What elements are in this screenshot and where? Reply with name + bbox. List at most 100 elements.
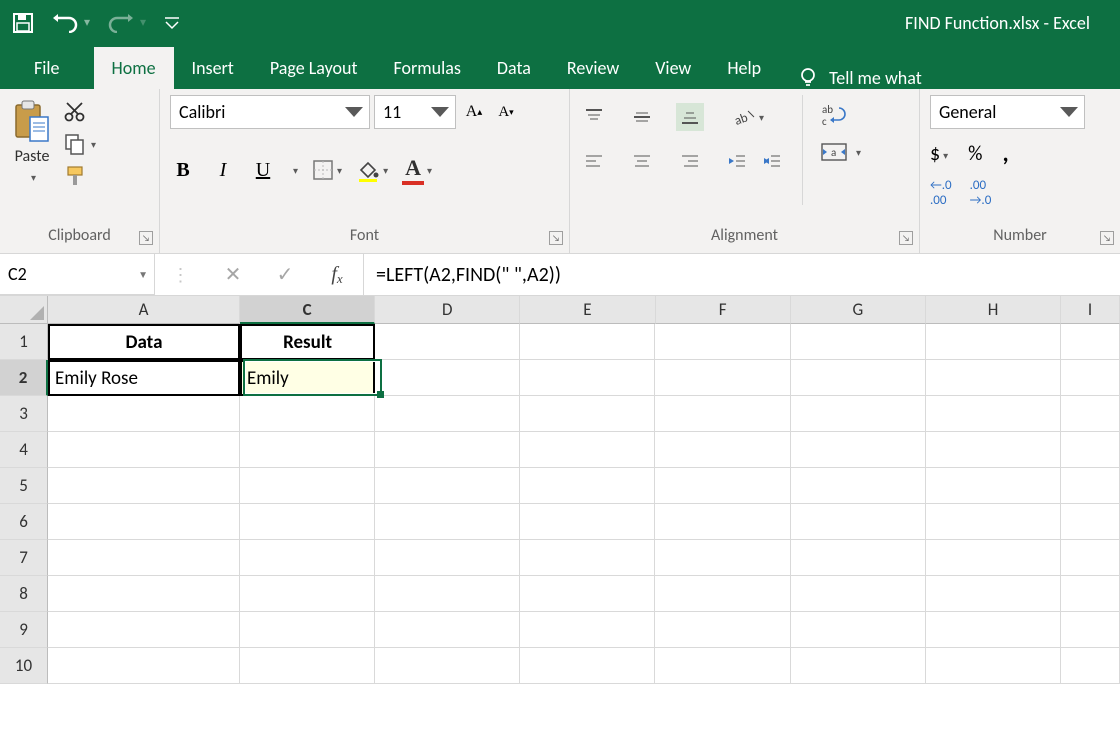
align-top-button[interactable] (580, 103, 608, 131)
clipboard-dialog-launcher[interactable]: ↘ (139, 231, 153, 245)
cell-G6[interactable] (791, 504, 926, 540)
row-header-5[interactable]: 5 (0, 468, 48, 504)
undo-button[interactable]: ▾ (52, 13, 90, 33)
cell-F7[interactable] (655, 540, 790, 576)
column-header-H[interactable]: H (926, 296, 1061, 324)
cell-A9[interactable] (48, 612, 240, 648)
row-header-2[interactable]: 2 (0, 360, 48, 396)
cell-C8[interactable] (240, 576, 375, 612)
cell-C4[interactable] (240, 432, 375, 468)
name-box[interactable]: C2 ▼ (0, 254, 155, 295)
cell-G2[interactable] (791, 360, 926, 396)
paste-dropdown-icon[interactable] (28, 168, 36, 187)
align-middle-button[interactable] (628, 103, 656, 131)
cell-G10[interactable] (791, 648, 926, 684)
cancel-formula-button[interactable]: ✕ (207, 254, 259, 295)
increase-indent-button[interactable] (759, 147, 784, 175)
cell-F8[interactable] (655, 576, 790, 612)
cell-C7[interactable] (240, 540, 375, 576)
cut-button[interactable] (64, 101, 96, 123)
cell-H5[interactable] (926, 468, 1061, 504)
cell-C10[interactable] (240, 648, 375, 684)
cell-D8[interactable] (375, 576, 520, 612)
cell-C9[interactable] (240, 612, 375, 648)
italic-button[interactable]: I (210, 159, 236, 182)
column-header-A[interactable]: A (48, 296, 240, 324)
column-header-E[interactable]: E (520, 296, 655, 324)
cell-E6[interactable] (520, 504, 655, 540)
copy-button[interactable] (64, 133, 96, 155)
cell-D1[interactable] (375, 324, 520, 360)
tab-review[interactable]: Review (549, 47, 637, 89)
cell-F10[interactable] (655, 648, 790, 684)
number-format-combo[interactable]: General (930, 95, 1085, 129)
cell-E1[interactable] (520, 324, 655, 360)
cell-H8[interactable] (926, 576, 1061, 612)
decrease-font-button[interactable]: A▾ (492, 98, 520, 126)
cell-H9[interactable] (926, 612, 1061, 648)
row-header-9[interactable]: 9 (0, 612, 48, 648)
tab-insert[interactable]: Insert (174, 47, 252, 89)
fill-color-button[interactable] (356, 158, 388, 182)
column-header-C[interactable]: C (240, 296, 375, 324)
column-header-G[interactable]: G (791, 296, 926, 324)
cell-A8[interactable] (48, 576, 240, 612)
cell-G3[interactable] (791, 396, 926, 432)
orientation-button[interactable]: ab (724, 103, 774, 131)
underline-button[interactable]: U (250, 159, 276, 182)
row-header-10[interactable]: 10 (0, 648, 48, 684)
cell-G7[interactable] (791, 540, 926, 576)
column-header-F[interactable]: F (656, 296, 791, 324)
formula-bar[interactable]: =LEFT(A2,FIND(" ",A2)) (364, 254, 1120, 295)
cell-H10[interactable] (926, 648, 1061, 684)
cell-F9[interactable] (655, 612, 790, 648)
percent-button[interactable]: % (968, 142, 982, 166)
cell-C3[interactable] (240, 396, 375, 432)
cell-E4[interactable] (520, 432, 655, 468)
cell-F2[interactable] (655, 360, 790, 396)
cell-E9[interactable] (520, 612, 655, 648)
paste-button[interactable]: Paste (10, 95, 54, 187)
tab-formulas[interactable]: Formulas (376, 47, 479, 89)
cell-G5[interactable] (791, 468, 926, 504)
cell-H1[interactable] (926, 324, 1061, 360)
tab-data[interactable]: Data (479, 47, 549, 89)
number-dialog-launcher[interactable]: ↘ (1100, 231, 1114, 245)
cell-I2[interactable] (1061, 360, 1120, 396)
cell-A1[interactable]: Data (48, 324, 240, 360)
font-color-button[interactable]: A (402, 155, 432, 185)
cell-E3[interactable] (520, 396, 655, 432)
enter-formula-button[interactable]: ✓ (259, 254, 311, 295)
cell-D6[interactable] (375, 504, 520, 540)
cell-I4[interactable] (1061, 432, 1120, 468)
tab-help[interactable]: Help (709, 47, 779, 89)
cell-E2[interactable] (520, 360, 655, 396)
cell-E7[interactable] (520, 540, 655, 576)
cell-I9[interactable] (1061, 612, 1120, 648)
select-all-corner[interactable] (0, 296, 48, 324)
cell-H6[interactable] (926, 504, 1061, 540)
align-center-button[interactable] (628, 147, 656, 175)
qat-customize-icon[interactable] (164, 15, 180, 31)
cell-C1[interactable]: Result (240, 324, 375, 360)
cell-F6[interactable] (655, 504, 790, 540)
cell-F1[interactable] (655, 324, 790, 360)
cell-F5[interactable] (655, 468, 790, 504)
increase-font-button[interactable]: A▴ (460, 98, 488, 126)
currency-button[interactable]: $ (930, 142, 948, 166)
underline-dropdown[interactable] (290, 161, 298, 180)
cell-F4[interactable] (655, 432, 790, 468)
cell-D10[interactable] (375, 648, 520, 684)
borders-button[interactable] (312, 159, 342, 181)
row-header-3[interactable]: 3 (0, 396, 48, 432)
fx-split-handle[interactable]: ⋮ (155, 254, 207, 295)
cell-E8[interactable] (520, 576, 655, 612)
row-header-8[interactable]: 8 (0, 576, 48, 612)
align-right-button[interactable] (676, 147, 704, 175)
cell-G1[interactable] (791, 324, 926, 360)
cell-H4[interactable] (926, 432, 1061, 468)
cell-D9[interactable] (375, 612, 520, 648)
cell-G9[interactable] (791, 612, 926, 648)
cell-I6[interactable] (1061, 504, 1120, 540)
redo-button[interactable]: ▾ (108, 13, 146, 33)
